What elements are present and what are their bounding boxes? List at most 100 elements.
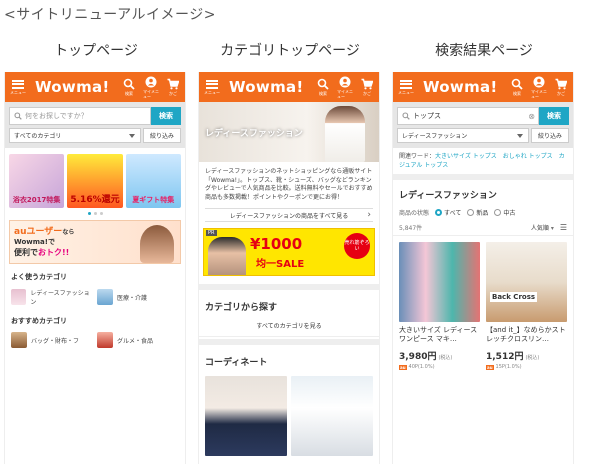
carousel-dot-3[interactable] [99, 212, 103, 215]
results-heading: レディースファッション [393, 174, 573, 205]
sale-badge: 売れ筋ぞろい [344, 233, 370, 259]
cart-icon [167, 78, 179, 90]
banner-points[interactable]: 5.16%還元 [67, 154, 123, 208]
category-gourmet-food[interactable]: グルメ・食品 [97, 332, 179, 348]
product-image-text: Back Cross [490, 292, 538, 302]
condition-option-label: 中古 [503, 210, 516, 217]
search-button[interactable]: 検索 [539, 107, 569, 125]
search-placeholder: 何をお探しですか？ [25, 112, 88, 120]
category-label: グルメ・食品 [117, 337, 154, 345]
list-view-icon[interactable]: ☰ [560, 223, 567, 232]
hero-model-photo [325, 106, 365, 162]
category-bags-wallets[interactable]: バッグ・財布・フ [11, 332, 93, 348]
page-title: <サイトリニューアルイメージ> [4, 7, 216, 23]
search-nav-label: 検索 [125, 91, 133, 96]
my-menu-button[interactable]: マイメニュー [143, 76, 159, 99]
my-menu-button[interactable]: マイメニュー [531, 76, 547, 99]
condition-filter: 商品の状態 すべて 新品 中古 [393, 205, 573, 220]
condition-radio-used[interactable]: 中古 [494, 208, 515, 217]
browse-categories-heading: カテゴリから探す [199, 284, 379, 317]
product-price: 3,980円 [399, 352, 437, 362]
product-image[interactable] [399, 242, 480, 322]
logo[interactable]: Wowma! [423, 78, 498, 96]
product-image[interactable]: Back Cross [486, 242, 567, 322]
related-words: 関連ワード：大きいサイズ トップス おしゃれ トップス カジュアル トップス [393, 148, 573, 174]
search-query: トップス [413, 112, 441, 120]
banner-gift[interactable]: 夏ギフト特集 [125, 154, 181, 208]
search-input[interactable]: トップス ⊗ [397, 107, 539, 125]
coordinate-image[interactable] [205, 376, 287, 456]
product-card[interactable]: 大きいサイズ レディース ワンピース マキ… 3,980円 (税込) au 40P(… [399, 242, 480, 370]
search-icon [14, 112, 22, 120]
condition-radio-new[interactable]: 新品 [467, 208, 488, 217]
sale-price: ¥1000 [250, 235, 303, 253]
au-points-icon: au [399, 364, 407, 370]
user-icon [533, 76, 545, 87]
carousel-dot-1[interactable] [87, 212, 91, 215]
search-icon [402, 112, 410, 120]
result-count: 5,847件 [399, 225, 423, 232]
product-name[interactable]: 大きいサイズ レディース ワンピース マキ… [399, 326, 480, 344]
search-icon [511, 78, 523, 90]
carousel-dots [5, 212, 185, 215]
au-points-icon: au [486, 364, 494, 370]
search-nav-button[interactable]: 検索 [509, 78, 525, 96]
menu-label: メニュー [398, 89, 414, 95]
search-input[interactable]: 何をお探しですか？ [9, 107, 151, 125]
banner-yukata[interactable]: 浴衣2017特集 [9, 154, 65, 208]
clear-icon[interactable]: ⊗ [528, 112, 535, 121]
model-photo [140, 225, 174, 263]
category-select[interactable]: すべてのカテゴリ [9, 128, 141, 143]
menu-button[interactable]: メニュー [201, 72, 223, 102]
filter-button[interactable]: 絞り込み [531, 128, 569, 143]
menu-button[interactable]: メニュー [7, 72, 29, 102]
pr-badge: PR [206, 230, 217, 236]
sale-subtext: 均一SALE [256, 259, 305, 270]
phone-category-page: メニュー Wowma! 検索 マイメニュー かご レディースファッション レディ… [198, 72, 380, 464]
radio-icon [467, 209, 475, 216]
see-all-products-link[interactable]: レディースファッションの商品をすべて見る [205, 208, 373, 222]
category-ladies-fashion[interactable]: レディースファッション [11, 288, 93, 306]
user-icon [145, 76, 157, 87]
product-name[interactable]: 【and it_】なめらかストレッチクロスリン… [486, 326, 567, 344]
category-label: レディースファッション [30, 290, 90, 306]
search-nav-button[interactable]: 検索 [121, 78, 137, 96]
condition-radio-all[interactable]: すべて [435, 208, 461, 217]
sort-select[interactable]: 人気順 [531, 225, 549, 232]
cart-icon [555, 78, 567, 90]
hamburger-icon [206, 79, 218, 89]
category-medical-care[interactable]: 医療・介護 [97, 288, 179, 306]
my-menu-button[interactable]: マイメニュー [337, 76, 353, 99]
search-button[interactable]: 検索 [151, 107, 181, 125]
category-select[interactable]: レディースファッション [397, 128, 529, 143]
search-nav-button[interactable]: 検索 [315, 78, 331, 96]
hamburger-icon [400, 79, 412, 89]
my-menu-label: マイメニュー [337, 88, 353, 99]
search-nav-label: 検索 [319, 91, 327, 96]
condition-option-label: すべて [444, 210, 462, 217]
logo[interactable]: Wowma! [35, 78, 110, 96]
cart-button[interactable]: かご [165, 78, 181, 96]
product-points: 15P(1.0%) [495, 364, 522, 370]
sale-banner[interactable]: PR ¥1000 均一SALE 売れ筋ぞろい [203, 228, 375, 276]
cart-label: かご [557, 91, 565, 96]
coordinate-image[interactable] [291, 376, 373, 456]
cart-button[interactable]: かご [553, 78, 569, 96]
filter-button[interactable]: 絞り込み [143, 128, 181, 143]
banner-carousel: 浴衣2017特集 5.16%還元 夏ギフト特集 [5, 148, 185, 210]
au-user-banner[interactable]: auユーザーなら Wowma!で 便利でおトク!! [9, 220, 181, 264]
column-label-category: カテゴリトップページ [220, 43, 360, 59]
cart-button[interactable]: かご [359, 78, 375, 96]
menu-button[interactable]: メニュー [395, 72, 417, 102]
product-price: 1,512円 [486, 352, 524, 362]
product-card[interactable]: Back Cross 【and it_】なめらかストレッチクロスリン… 1,51… [486, 242, 567, 370]
logo[interactable]: Wowma! [229, 78, 304, 96]
tax-label: (税込) [525, 355, 540, 361]
phone-search-results: メニュー Wowma! 検索 マイメニュー かご トップス ⊗ 検索 レディース… [392, 72, 574, 464]
au-banner-line3-prefix: 便利で [14, 248, 38, 257]
all-categories-link[interactable]: すべてのカテゴリを見る [199, 317, 379, 337]
carousel-dot-2[interactable] [93, 212, 97, 215]
header: メニュー Wowma! 検索 マイメニュー かご [5, 72, 185, 102]
cart-icon [361, 78, 373, 90]
category-label: バッグ・財布・フ [31, 337, 80, 345]
